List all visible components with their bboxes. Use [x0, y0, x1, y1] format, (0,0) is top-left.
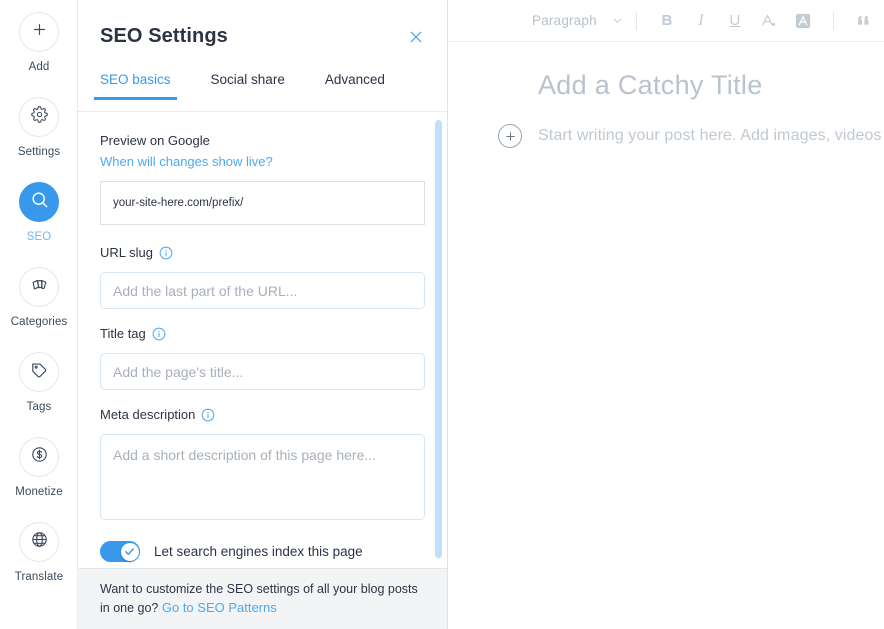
sidebar-item-monetize[interactable]: Monetize	[0, 437, 78, 522]
toolbar-divider	[636, 12, 637, 30]
title-tag-input[interactable]	[100, 353, 425, 390]
sidebar-item-tags[interactable]: Tags	[0, 352, 78, 437]
seo-icon-circle	[19, 182, 59, 222]
tab-seo-basics[interactable]: SEO basics	[100, 72, 171, 99]
meta-description-field: Meta description	[100, 406, 425, 525]
preview-on-google-section: Preview on Google When will changes show…	[100, 132, 425, 225]
cards-icon	[30, 275, 49, 299]
sidebar-label-categories: Categories	[11, 315, 68, 329]
left-sidebar: Add Settings SEO Cat	[0, 0, 78, 629]
search-icon	[30, 190, 49, 214]
when-changes-show-live-link[interactable]: When will changes show live?	[100, 153, 425, 171]
sidebar-item-categories[interactable]: Categories	[0, 267, 78, 352]
app-root: Add Settings SEO Cat	[0, 0, 884, 629]
sidebar-item-add[interactable]: Add	[0, 12, 78, 97]
underline-button[interactable]: U	[721, 7, 749, 35]
tab-social-share[interactable]: Social share	[211, 72, 285, 99]
index-page-toggle-label: Let search engines index this page	[154, 544, 363, 559]
title-tag-field: Title tag	[100, 325, 425, 390]
sidebar-label-settings: Settings	[18, 145, 60, 159]
highlight-color-button[interactable]	[789, 7, 817, 35]
bold-button[interactable]: B	[653, 7, 681, 35]
sidebar-label-add: Add	[29, 60, 50, 74]
url-slug-label-text: URL slug	[100, 244, 153, 262]
toggle-knob	[121, 543, 139, 561]
url-slug-field: URL slug	[100, 244, 425, 309]
panel-body: Preview on Google When will changes show…	[78, 112, 447, 568]
monetize-icon-circle	[19, 437, 59, 477]
sidebar-label-tags: Tags	[27, 400, 52, 414]
url-slug-input[interactable]	[100, 272, 425, 309]
info-icon[interactable]	[201, 408, 215, 422]
meta-description-label-text: Meta description	[100, 406, 195, 424]
sidebar-item-settings[interactable]: Settings	[0, 97, 78, 182]
check-icon	[124, 546, 135, 557]
preview-url-value: your-site-here.com/prefix/	[113, 197, 243, 209]
editor-canvas[interactable]: Add a Catchy Title Start writing your po…	[448, 42, 884, 148]
sidebar-label-seo: SEO	[27, 230, 52, 244]
toolbar-divider	[833, 12, 834, 30]
page-title: SEO Settings	[100, 25, 228, 48]
tab-advanced[interactable]: Advanced	[325, 72, 385, 99]
dollar-circle-icon	[30, 445, 49, 469]
italic-button[interactable]: I	[687, 7, 715, 35]
plus-circle-icon[interactable]	[498, 124, 522, 148]
post-title-placeholder[interactable]: Add a Catchy Title	[538, 68, 884, 102]
title-tag-label: Title tag	[100, 325, 425, 343]
google-preview-box: your-site-here.com/prefix/	[100, 181, 425, 225]
close-icon[interactable]	[405, 26, 427, 48]
sidebar-label-monetize: Monetize	[15, 485, 62, 499]
editor-toolbar: Paragraph B I U	[448, 0, 884, 42]
add-icon-circle	[19, 12, 59, 52]
sidebar-label-translate: Translate	[15, 570, 63, 584]
tags-icon-circle	[19, 352, 59, 392]
info-icon[interactable]	[159, 246, 173, 260]
go-to-seo-patterns-link[interactable]: Go to SEO Patterns	[162, 600, 277, 615]
url-slug-label: URL slug	[100, 244, 425, 262]
settings-icon-circle	[19, 97, 59, 137]
text-color-button[interactable]	[755, 7, 783, 35]
categories-icon-circle	[19, 267, 59, 307]
title-tag-label-text: Title tag	[100, 325, 146, 343]
translate-icon-circle	[19, 522, 59, 562]
blockquote-button[interactable]	[850, 7, 878, 35]
tag-icon	[30, 361, 48, 384]
seo-settings-panel: SEO Settings SEO basics Social share Adv…	[78, 0, 448, 629]
index-page-toggle-row: Let search engines index this page	[100, 541, 425, 562]
post-body-placeholder[interactable]: Start writing your post here. Add images…	[538, 127, 882, 145]
scrollbar-thumb[interactable]	[435, 120, 442, 558]
plus-icon	[31, 21, 48, 43]
panel-footer: Want to customize the SEO settings of al…	[78, 568, 447, 629]
sidebar-item-seo[interactable]: SEO	[0, 182, 78, 267]
globe-icon	[30, 530, 49, 554]
highlight-glyph	[794, 12, 812, 30]
paragraph-style-select[interactable]: Paragraph	[532, 13, 597, 28]
info-icon[interactable]	[152, 327, 166, 341]
sidebar-item-translate[interactable]: Translate	[0, 522, 78, 607]
meta-description-label: Meta description	[100, 406, 425, 424]
chevron-down-icon[interactable]	[612, 15, 623, 26]
panel-scrollbar[interactable]	[435, 120, 442, 558]
panel-header: SEO Settings	[78, 0, 447, 72]
panel-tabs: SEO basics Social share Advanced	[78, 72, 447, 112]
post-editor: Paragraph B I U Add a Catchy T	[448, 0, 884, 629]
gear-icon	[31, 106, 48, 128]
preview-label: Preview on Google	[100, 132, 425, 150]
meta-description-textarea[interactable]	[100, 434, 425, 520]
index-page-toggle[interactable]	[100, 541, 140, 562]
post-body-row: Start writing your post here. Add images…	[498, 124, 884, 148]
